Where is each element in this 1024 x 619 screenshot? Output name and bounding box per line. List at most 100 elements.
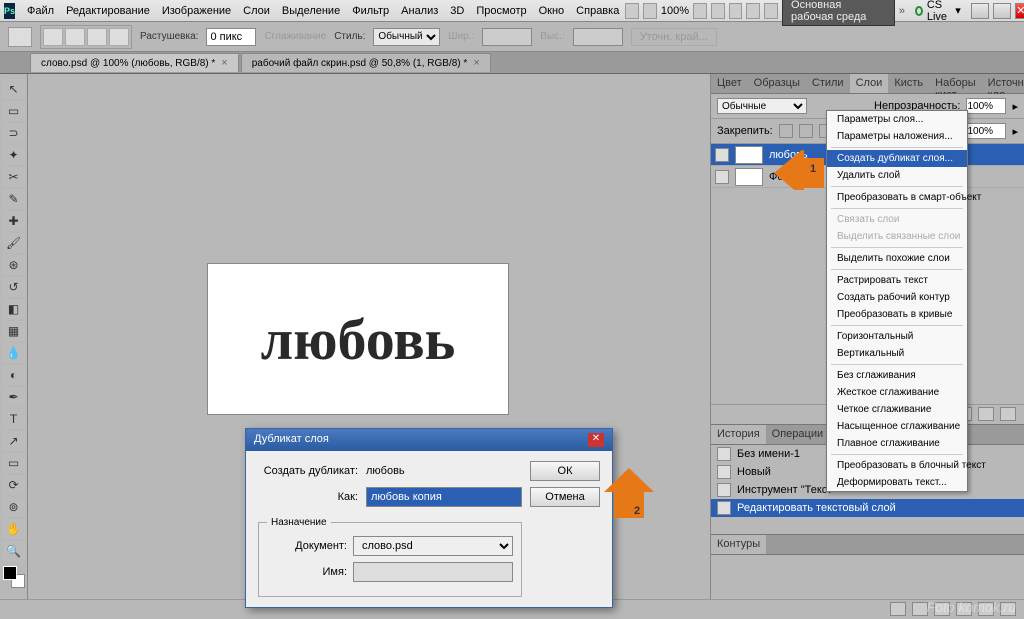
menu-фильтр[interactable]: Фильтр — [346, 5, 395, 17]
fill-input[interactable] — [966, 123, 1006, 139]
cslive-button[interactable]: CS Live▾ — [909, 0, 967, 23]
fill-chevron-icon[interactable]: ▸ — [1012, 125, 1018, 138]
blur-tool[interactable]: 💧 — [3, 343, 25, 363]
lock-pixels-icon[interactable] — [799, 124, 813, 138]
context-menu-item[interactable]: Выделить похожие слои — [827, 250, 967, 267]
tool-preset-icon[interactable] — [8, 27, 32, 47]
context-menu-item[interactable]: Жесткое сглаживание — [827, 384, 967, 401]
foreground-color-swatch[interactable] — [3, 566, 17, 580]
lasso-tool[interactable]: ⊃ — [3, 123, 25, 143]
blend-mode-select[interactable]: Обычные — [717, 98, 807, 114]
selection-subtract-icon[interactable] — [87, 28, 107, 46]
document-select[interactable]: слово.psd — [353, 536, 513, 556]
crop-tool[interactable]: ✂ — [3, 167, 25, 187]
menu-окно[interactable]: Окно — [533, 5, 571, 17]
eraser-tool[interactable]: ◧ — [3, 299, 25, 319]
context-menu-item[interactable]: Преобразовать в смарт-объект — [827, 189, 967, 206]
view-extras-icon[interactable] — [643, 3, 657, 19]
context-menu-item[interactable]: Насыщенное сглаживание — [827, 418, 967, 435]
hand-tool[interactable]: ✋ — [3, 519, 25, 539]
cancel-button[interactable]: Отмена — [530, 487, 600, 507]
context-menu-item[interactable]: Удалить слой — [827, 167, 967, 184]
zoom-level[interactable]: 100% — [661, 5, 689, 17]
context-menu-item[interactable]: Вертикальный — [827, 345, 967, 362]
maximize-button[interactable] — [993, 3, 1011, 19]
context-menu-item[interactable]: Растрировать текст — [827, 272, 967, 289]
eyedropper-tool[interactable]: ✎ — [3, 189, 25, 209]
menu-3d[interactable]: 3D — [444, 5, 470, 17]
history-state[interactable]: Редактировать текстовый слой — [711, 499, 1024, 517]
stamp-tool[interactable]: ⊛ — [3, 255, 25, 275]
new-layer-icon[interactable] — [978, 407, 994, 421]
history-tab[interactable]: Операции — [766, 425, 829, 444]
dialog-close-button[interactable]: ✕ — [588, 433, 604, 447]
menu-изображение[interactable]: Изображение — [156, 5, 237, 17]
opacity-input[interactable] — [966, 98, 1006, 114]
gradient-tool[interactable]: ▦ — [3, 321, 25, 341]
color-swatches[interactable] — [3, 566, 25, 588]
lock-transparent-icon[interactable] — [779, 124, 793, 138]
selection-new-icon[interactable] — [43, 28, 63, 46]
document-tab[interactable]: слово.psd @ 100% (любовь, RGB/8) *× — [30, 53, 239, 72]
context-menu-item[interactable]: Четкое сглаживание — [827, 401, 967, 418]
visibility-icon[interactable] — [715, 148, 729, 162]
marquee-tool[interactable]: ▭ — [3, 101, 25, 121]
menu-анализ[interactable]: Анализ — [395, 5, 444, 17]
panel-tab[interactable]: Наборы кист — [929, 74, 982, 93]
3d-tool[interactable]: ⟳ — [3, 475, 25, 495]
context-menu-item[interactable]: Преобразовать в блочный текст — [827, 457, 967, 474]
context-menu-item[interactable]: Горизонтальный — [827, 328, 967, 345]
shape-tool[interactable]: ▭ — [3, 453, 25, 473]
type-tool[interactable]: T — [3, 409, 25, 429]
panel-tab[interactable]: Стили — [806, 74, 850, 93]
selection-add-icon[interactable] — [65, 28, 85, 46]
document-canvas[interactable]: любовь — [208, 264, 508, 414]
workspace-switcher[interactable]: Основная рабочая среда — [782, 0, 895, 26]
context-menu-item[interactable]: Создать рабочий контур — [827, 289, 967, 306]
feather-input[interactable] — [206, 28, 256, 46]
tab-paths[interactable]: Контуры — [711, 535, 766, 554]
selection-intersect-icon[interactable] — [109, 28, 129, 46]
close-button[interactable]: ✕ — [1015, 3, 1024, 19]
ok-button[interactable]: ОК — [530, 461, 600, 481]
panel-tab[interactable]: Цвет — [711, 74, 748, 93]
context-menu-item[interactable]: Параметры слоя... — [827, 111, 967, 128]
style-select[interactable]: Обычный — [373, 28, 440, 46]
menu-файл[interactable]: Файл — [21, 5, 60, 17]
as-input[interactable] — [366, 487, 522, 507]
minimize-button[interactable] — [971, 3, 989, 19]
arrange-docs-icon[interactable] — [746, 3, 760, 19]
pen-tool[interactable]: ✒ — [3, 387, 25, 407]
menu-редактирование[interactable]: Редактирование — [60, 5, 156, 17]
move-tool[interactable]: ↖ — [3, 79, 25, 99]
context-menu-item[interactable]: Преобразовать в кривые — [827, 306, 967, 323]
launch-bridge-icon[interactable] — [625, 3, 639, 19]
context-menu-item[interactable]: Деформировать текст... — [827, 474, 967, 491]
panel-tab[interactable]: Слои — [850, 74, 889, 93]
context-menu-item[interactable]: Плавное сглаживание — [827, 435, 967, 452]
refine-edge-button[interactable]: Уточн. край... — [631, 28, 717, 46]
dialog-titlebar[interactable]: Дубликат слоя ✕ — [246, 429, 612, 451]
zoom-tool[interactable]: 🔍 — [3, 541, 25, 561]
3d-camera-tool[interactable]: ⊚ — [3, 497, 25, 517]
context-menu-item[interactable]: Без сглаживания — [827, 367, 967, 384]
panel-tab[interactable]: Образцы — [748, 74, 806, 93]
panel-tab[interactable]: Кисть — [888, 74, 929, 93]
brush-tool[interactable]: 🖌 — [3, 233, 25, 253]
zoom-tool-icon[interactable] — [711, 3, 725, 19]
tab-close-icon[interactable]: × — [473, 57, 479, 69]
menu-выделение[interactable]: Выделение — [276, 5, 346, 17]
dodge-tool[interactable]: ◐ — [3, 365, 25, 385]
layer-thumbnail[interactable] — [735, 168, 763, 186]
menu-просмотр[interactable]: Просмотр — [470, 5, 532, 17]
document-tab[interactable]: рабочий файл скрин.psd @ 50,8% (1, RGB/8… — [241, 53, 491, 72]
history-tab[interactable]: История — [711, 425, 766, 444]
menu-справка[interactable]: Справка — [570, 5, 625, 17]
screen-mode-icon[interactable] — [764, 3, 778, 19]
quick-select-tool[interactable]: ✦ — [3, 145, 25, 165]
context-menu-item[interactable]: Создать дубликат слоя... — [827, 150, 967, 167]
layer-thumbnail[interactable]: T — [735, 146, 763, 164]
panel-tab[interactable]: Источник кло — [982, 74, 1024, 93]
tab-close-icon[interactable]: × — [221, 57, 227, 69]
rotate-view-icon[interactable] — [729, 3, 743, 19]
